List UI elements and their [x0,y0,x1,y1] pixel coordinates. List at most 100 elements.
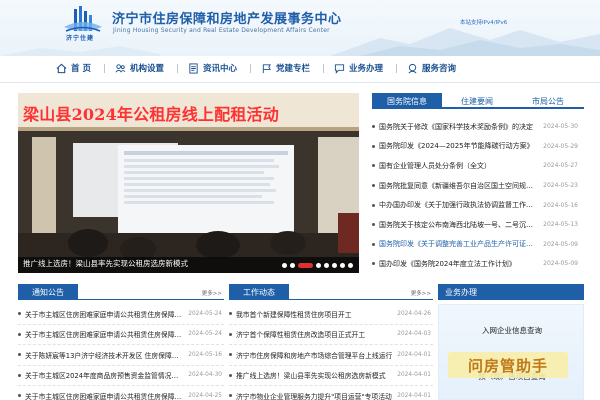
news-item[interactable]: 国务院印发《2024—2025年节能降碳行动方案》 2024-05-29 [372,137,584,157]
tab-city-notices[interactable]: 市局公告 [512,93,584,109]
news-item-date: 2024-05-23 [543,182,578,190]
list-item[interactable]: 济宁市住房保障和房地产市场综合管理平台上线运行 2024-04-01 [229,345,433,366]
logo-text: 济宁住建 [66,35,95,42]
work-more-link[interactable]: 更多>> [411,289,431,297]
ipv6-label: 本站支持IPv4/IPv6 [460,20,508,26]
list-item-title[interactable]: 关于市主城区2024年度商品房预售资金监管情况的公示 [25,370,185,380]
news-item-title[interactable]: 国有企业管理人员处分条例（全文） [379,161,539,171]
list-item[interactable]: 关于市主城区住房困难家庭申请公共租赁住房保障资格审核结果的公示2024-04-2… [18,386,224,400]
bullet-icon [372,203,375,207]
nav-item-party[interactable]: 党建专栏 [261,62,310,74]
news-item-title[interactable]: 国务院印发《2024—2025年节能降碳行动方案》 [379,141,539,151]
nav-item-organization[interactable]: 机构设置 [115,62,164,74]
news-item-date: 2024-05-09 [543,260,578,268]
notices-list: 关于市主城区住房困难家庭申请公共租赁住房保障资格审核结果的公示2024-05-2… [18,304,224,400]
nav-item-news[interactable]: 资讯中心 [188,62,237,74]
list-item-date: 2024-04-26 [397,310,431,317]
list-item-date: 2024-04-01 [397,392,431,399]
nav-label: 服务咨询 [422,64,457,74]
list-item[interactable]: 关于陈妍宸等13户济宁经济技术开发区 住房保障资格的公示2024-05-16 [18,345,224,366]
news-item-title[interactable]: 国务院印发《关于调整完善工业产品生产许可证管理目录的决定》 [379,239,539,249]
news-item[interactable]: 国办印发《国务院2024年度立法工作计划》 2024-05-09 [372,254,584,274]
nav-label: 党建专栏 [276,64,311,74]
main-nav: 首 页 机构设置 资讯中心 党建专栏 业务办理 服务咨询 [56,60,556,76]
nav-item-consult[interactable]: 服务咨询 [407,62,456,74]
list-item-title[interactable]: 济宁市住房保障和房地产市场综合管理平台上线运行 [236,350,394,360]
bullet-icon [229,373,232,377]
news-item-title[interactable]: 国务院批复同意《新疆维吾尔自治区国土空间规划》 [379,181,539,191]
slide-title[interactable]: 推广线上选房！梁山县率先实现公租房选房新模式 [23,258,188,269]
list-item[interactable]: 济宁市物业企业管理服务力提升"项目运营"专项活动 2024-04-01 [229,386,433,400]
work-list: 我市首个新建保障性租赁住房项目开工 2024-04-26 济宁首个保障性租赁住房改造… [229,304,433,400]
list-item-title[interactable]: 济宁首个保障性租赁住房改造项目正式开工 [236,329,394,339]
list-item[interactable]: 关于市主城区住房困难家庭申请公共租赁住房保障资格审核结果的公示2024-05-2… [18,325,224,345]
nav-label: 资讯中心 [202,64,237,74]
news-item-date: 2024-05-30 [543,123,578,131]
list-item-title[interactable]: 关于陈妍宸等13户济宁经济技术开发区 住房保障资格的公示 [25,350,185,360]
news-item-title[interactable]: 国办印发《国务院2024年度立法工作计划》 [379,259,539,269]
news-item-date: 2024-05-29 [543,142,578,150]
tab-state-council[interactable]: 国务院信息 [372,93,442,109]
list-item[interactable]: 推广线上选房！梁山县率先实现公租房选房新模式 2024-04-01 [229,366,433,386]
people-icon [115,63,126,72]
notices-more-link[interactable]: 更多>> [202,289,222,297]
news-item[interactable]: 国有企业管理人员处分条例（全文） 2024-05-27 [372,156,584,176]
service-icon [408,63,417,73]
bullet-icon [372,125,375,129]
slider-dot[interactable] [316,263,321,268]
list-item-title[interactable]: 济宁市物业企业管理服务力提升"项目运营"专项活动 [236,391,394,400]
site-title: 济宁市住房保障和房地产发展事务中心 [112,12,342,27]
service-title: 业务办理 [438,284,584,300]
news-item-date: 2024-05-27 [543,162,578,170]
nav-item-home[interactable]: 首 页 [56,62,91,74]
slider-dot[interactable] [348,263,353,268]
nav-divider [103,63,105,73]
enterprise-query-link[interactable]: 入网企业信息查询 [439,325,585,336]
slider-dot[interactable] [324,263,329,268]
slider-dot[interactable] [332,263,337,268]
news-item[interactable]: 国务院关于核定公布南海西北陆坡一号、二号沉船遗址 2024-05-13 [372,215,584,235]
nav-label: 业务办理 [349,64,384,74]
nav-divider [176,63,178,73]
list-item[interactable]: 我市首个新建保障性租赁住房项目开工 2024-04-26 [229,304,433,325]
news-item-date: 2024-05-16 [543,201,578,209]
list-item[interactable]: 关于市主城区2024年度商品房预售资金监管情况的公示 2024-04-30 [18,366,224,386]
bullet-icon [372,242,375,246]
housing-assistant-button[interactable]: 问房管助手 [448,352,568,378]
list-item-date: 2024-04-25 [188,392,222,399]
news-item[interactable]: 国务院关于修改《国家科学技术奖励条例》的决定 2024-05-30 [372,117,584,137]
notices-header: 通知公告 更多>> [18,284,224,300]
flag-icon [262,63,271,73]
home-icon [56,63,67,73]
list-item-title[interactable]: 关于市主城区住房困难家庭申请公共租赁住房保障资格审核结果的公示 [25,391,185,400]
news-item[interactable]: 国务院批复同意《新疆维吾尔自治区国土空间规划》 2024-05-23 [372,176,584,196]
list-item[interactable]: 济宁首个保障性租赁住房改造项目正式开工 2024-04-03 [229,325,433,345]
list-item-title[interactable]: 推广线上选房！梁山县率先实现公租房选房新模式 [236,370,394,380]
notices-title: 通知公告 [18,284,78,300]
site-header: 济宁住建 济宁市住房保障和房地产发展事务中心 Jining Housing Se… [0,0,600,56]
slider-dot[interactable] [290,263,295,268]
news-item-title[interactable]: 中办国办印发《关于加强行政执法协调监督工作体系建设的意见》 [379,200,539,210]
bullet-icon [229,353,232,357]
list-item-title[interactable]: 关于市主城区住房困难家庭申请公共租赁住房保障资格审核结果的公示 [25,309,185,319]
news-item-title[interactable]: 国务院关于修改《国家科学技术奖励条例》的决定 [379,122,539,132]
list-item[interactable]: 关于市主城区住房困难家庭申请公共租赁住房保障资格审核结果的公示2024-05-2… [18,304,224,325]
nav-label: 机构设置 [129,64,164,74]
list-item-title[interactable]: 我市首个新建保障性租赁住房项目开工 [236,309,394,319]
bullet-icon [18,332,21,336]
list-item-date: 2024-05-24 [188,331,222,338]
news-item[interactable]: 国务院印发《关于调整完善工业产品生产许可证管理目录的决定》 2024-05-09 [372,235,584,255]
nav-item-business[interactable]: 业务办理 [334,62,383,74]
tab-construction-news[interactable]: 住建要闻 [442,93,512,109]
slider-dot[interactable] [298,263,313,268]
news-tabs: 国务院信息 住建要闻 市局公告 [372,93,584,109]
news-item-title[interactable]: 国务院关于核定公布南海西北陆坡一号、二号沉船遗址 [379,220,539,230]
slider-dot[interactable] [282,263,287,268]
bullet-icon [372,144,375,148]
news-item[interactable]: 中办国办印发《关于加强行政执法协调监督工作体系建设的意见》 2024-05-16 [372,195,584,215]
image-slider[interactable]: 梁山县2024年公租房线上配租活动 推广线上选房！梁山县率先实现公租房选房新模式 [18,93,359,273]
list-item-title[interactable]: 关于市主城区住房困难家庭申请公共租赁住房保障资格审核结果的公示 [25,329,185,339]
bullet-icon [229,312,232,316]
bullet-icon [18,312,21,316]
slider-dot[interactable] [340,263,345,268]
